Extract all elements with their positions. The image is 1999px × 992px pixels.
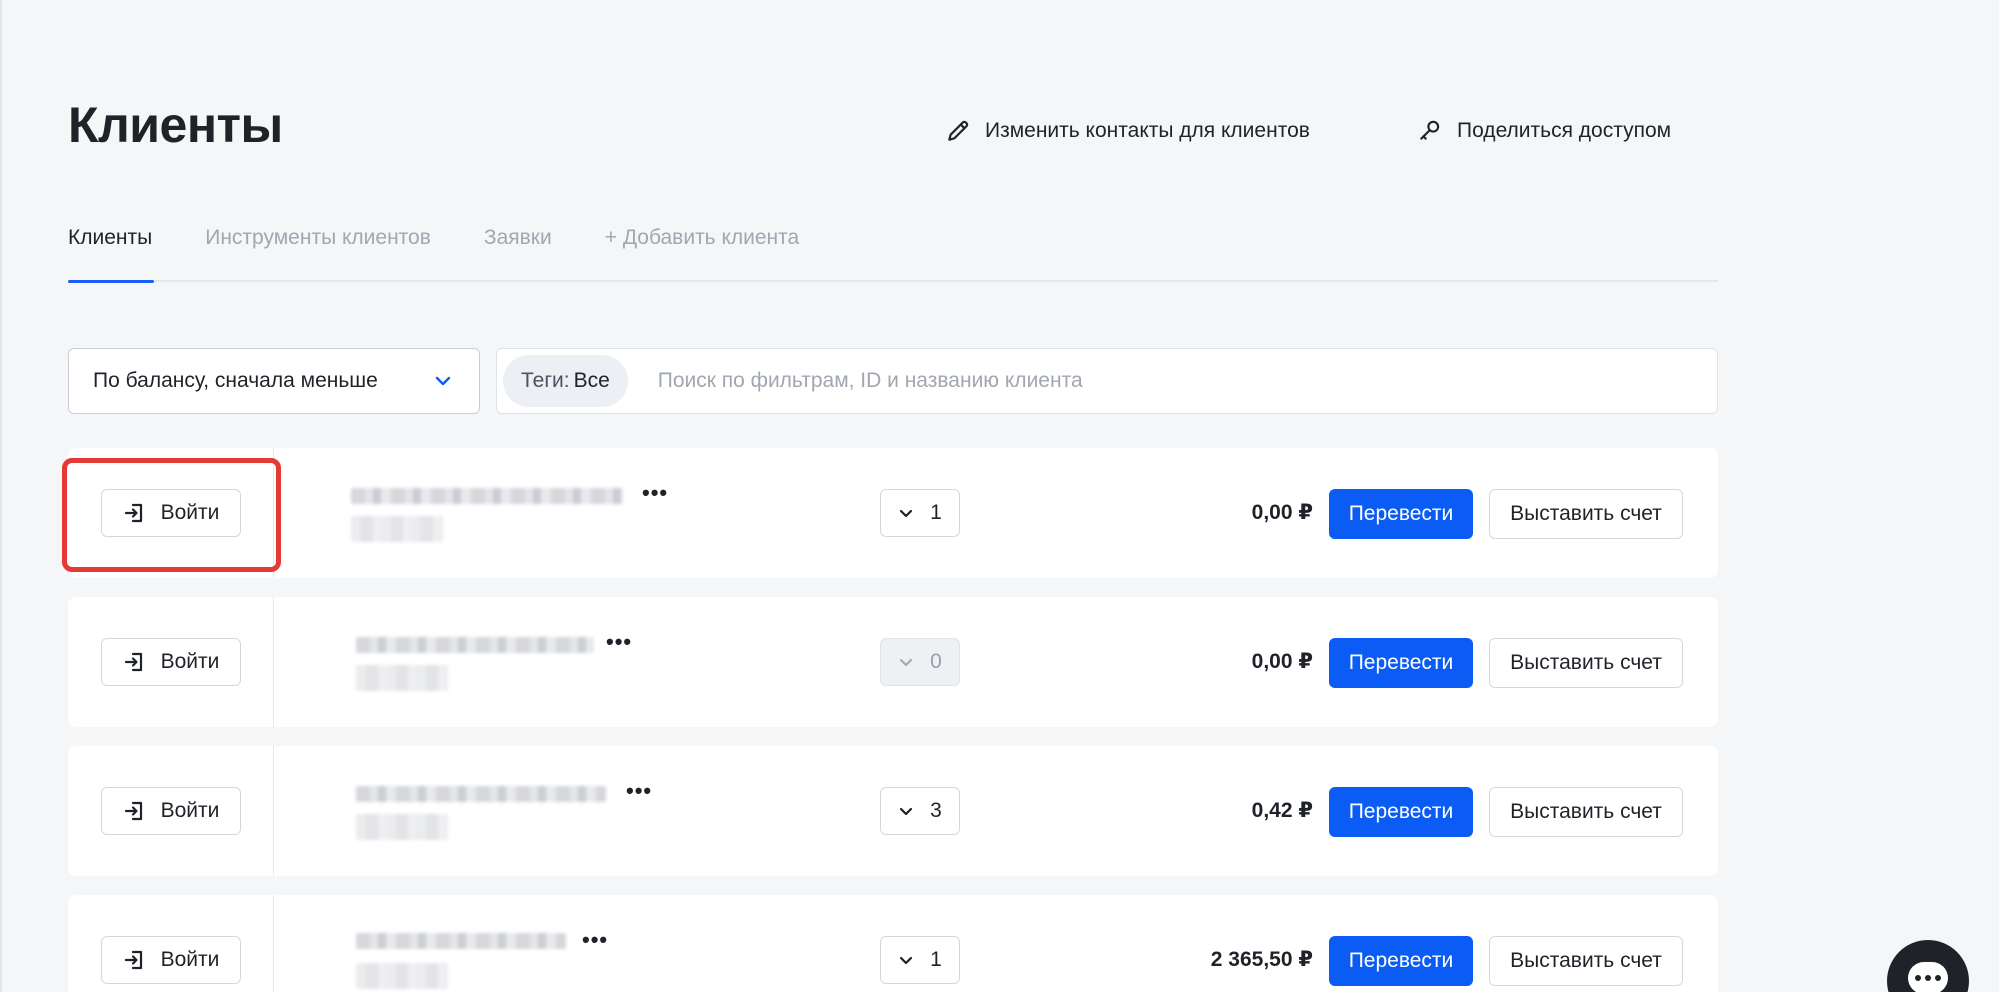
- edit-contacts-label: Изменить контакты для клиентов: [985, 119, 1310, 142]
- accounts-count-button[interactable]: 0: [880, 638, 960, 686]
- client-row: Войти ••• 1 2 365,50 ₽ Перевести Выстави…: [68, 895, 1718, 992]
- chat-button[interactable]: [1887, 940, 1969, 992]
- more-options-icon[interactable]: •••: [626, 778, 652, 804]
- client-subtitle: [356, 665, 448, 691]
- chevron-down-icon: [900, 956, 913, 965]
- accounts-count-button[interactable]: 3: [880, 787, 960, 835]
- login-button-label: Войти: [160, 501, 220, 524]
- accounts-count: 1: [930, 948, 942, 971]
- sort-select[interactable]: По балансу, сначала меньше: [68, 348, 480, 414]
- client-subtitle: [356, 814, 448, 840]
- more-options-icon[interactable]: •••: [642, 480, 668, 506]
- more-options-icon[interactable]: •••: [606, 629, 632, 655]
- login-cell: Войти: [68, 895, 274, 992]
- search-box: Теги: Все: [496, 348, 1718, 414]
- share-access-label: Поделиться доступом: [1457, 119, 1672, 142]
- invoice-button[interactable]: Выставить счет: [1489, 489, 1683, 539]
- search-input[interactable]: [657, 369, 1558, 393]
- accounts-count: 3: [930, 799, 942, 822]
- tags-filter-value: Все: [573, 369, 610, 392]
- client-row: Войти ••• 0 0,00 ₽ Перевести Выставить с…: [68, 597, 1718, 727]
- invoice-button[interactable]: Выставить счет: [1489, 787, 1683, 837]
- login-icon: [124, 801, 142, 821]
- invoice-button[interactable]: Выставить счет: [1489, 936, 1683, 986]
- login-button[interactable]: Войти: [101, 936, 241, 984]
- tab-requests[interactable]: Заявки: [484, 222, 552, 280]
- client-name: [356, 637, 594, 653]
- transfer-button[interactable]: Перевести: [1329, 787, 1473, 837]
- tags-filter-chip[interactable]: Теги: Все: [503, 355, 628, 407]
- tab-bar: Клиенты Инструменты клиентов Заявки + До…: [68, 222, 1718, 283]
- chevron-down-icon: [435, 376, 451, 386]
- share-access-link[interactable]: Поделиться доступом: [1417, 118, 1671, 144]
- login-cell: Войти: [68, 448, 274, 578]
- client-row: Войти ••• 3 0,42 ₽ Перевести Выставить с…: [68, 746, 1718, 876]
- more-options-icon[interactable]: •••: [582, 927, 608, 953]
- balance: 0,42 ₽: [1251, 799, 1313, 822]
- key-icon: [1420, 120, 1440, 140]
- login-button[interactable]: Войти: [101, 787, 241, 835]
- client-subtitle: [351, 516, 443, 542]
- chevron-down-icon: [900, 509, 913, 518]
- login-icon: [124, 950, 142, 970]
- chevron-down-icon: [900, 807, 913, 816]
- tab-client-tools[interactable]: Инструменты клиентов: [205, 222, 431, 280]
- login-button[interactable]: Войти: [101, 489, 241, 537]
- login-button-label: Войти: [160, 948, 220, 971]
- left-border: [0, 0, 2, 992]
- tab-clients[interactable]: Клиенты: [68, 222, 155, 283]
- login-cell: Войти: [68, 597, 274, 727]
- invoice-button[interactable]: Выставить счет: [1489, 638, 1683, 688]
- edit-contacts-link[interactable]: Изменить контакты для клиентов: [945, 118, 1310, 144]
- page-header: Клиенты Изменить контакты для клиентов П…: [68, 96, 1718, 166]
- client-row: Войти ••• 1 0,00 ₽ Перевести Выставить с…: [68, 448, 1718, 578]
- accounts-count-button[interactable]: 1: [880, 489, 960, 537]
- login-button-label: Войти: [160, 650, 220, 673]
- sort-select-value: По балансу, сначала меньше: [93, 369, 378, 392]
- client-subtitle: [356, 963, 448, 989]
- login-button[interactable]: Войти: [101, 638, 241, 686]
- accounts-count: 0: [930, 650, 942, 673]
- transfer-button[interactable]: Перевести: [1329, 638, 1473, 688]
- balance: 0,00 ₽: [1251, 501, 1313, 524]
- page-title: Клиенты: [68, 97, 283, 153]
- accounts-count: 1: [930, 501, 942, 524]
- tags-filter-label: Теги:: [521, 369, 570, 392]
- transfer-button[interactable]: Перевести: [1329, 489, 1473, 539]
- accounts-count-button[interactable]: 1: [880, 936, 960, 984]
- login-icon: [124, 652, 142, 672]
- transfer-button[interactable]: Перевести: [1329, 936, 1473, 986]
- login-button-label: Войти: [160, 799, 220, 822]
- balance: 2 365,50 ₽: [1210, 948, 1313, 971]
- tab-add-client[interactable]: + Добавить клиента: [605, 222, 800, 280]
- client-name: [356, 933, 566, 949]
- login-cell: Войти: [68, 746, 274, 876]
- balance: 0,00 ₽: [1251, 650, 1313, 673]
- chat-icon: [1908, 962, 1948, 992]
- client-name: [356, 786, 606, 802]
- pencil-icon: [948, 120, 969, 141]
- login-icon: [124, 503, 142, 523]
- client-name: [351, 488, 623, 504]
- chevron-down-icon: [900, 658, 913, 667]
